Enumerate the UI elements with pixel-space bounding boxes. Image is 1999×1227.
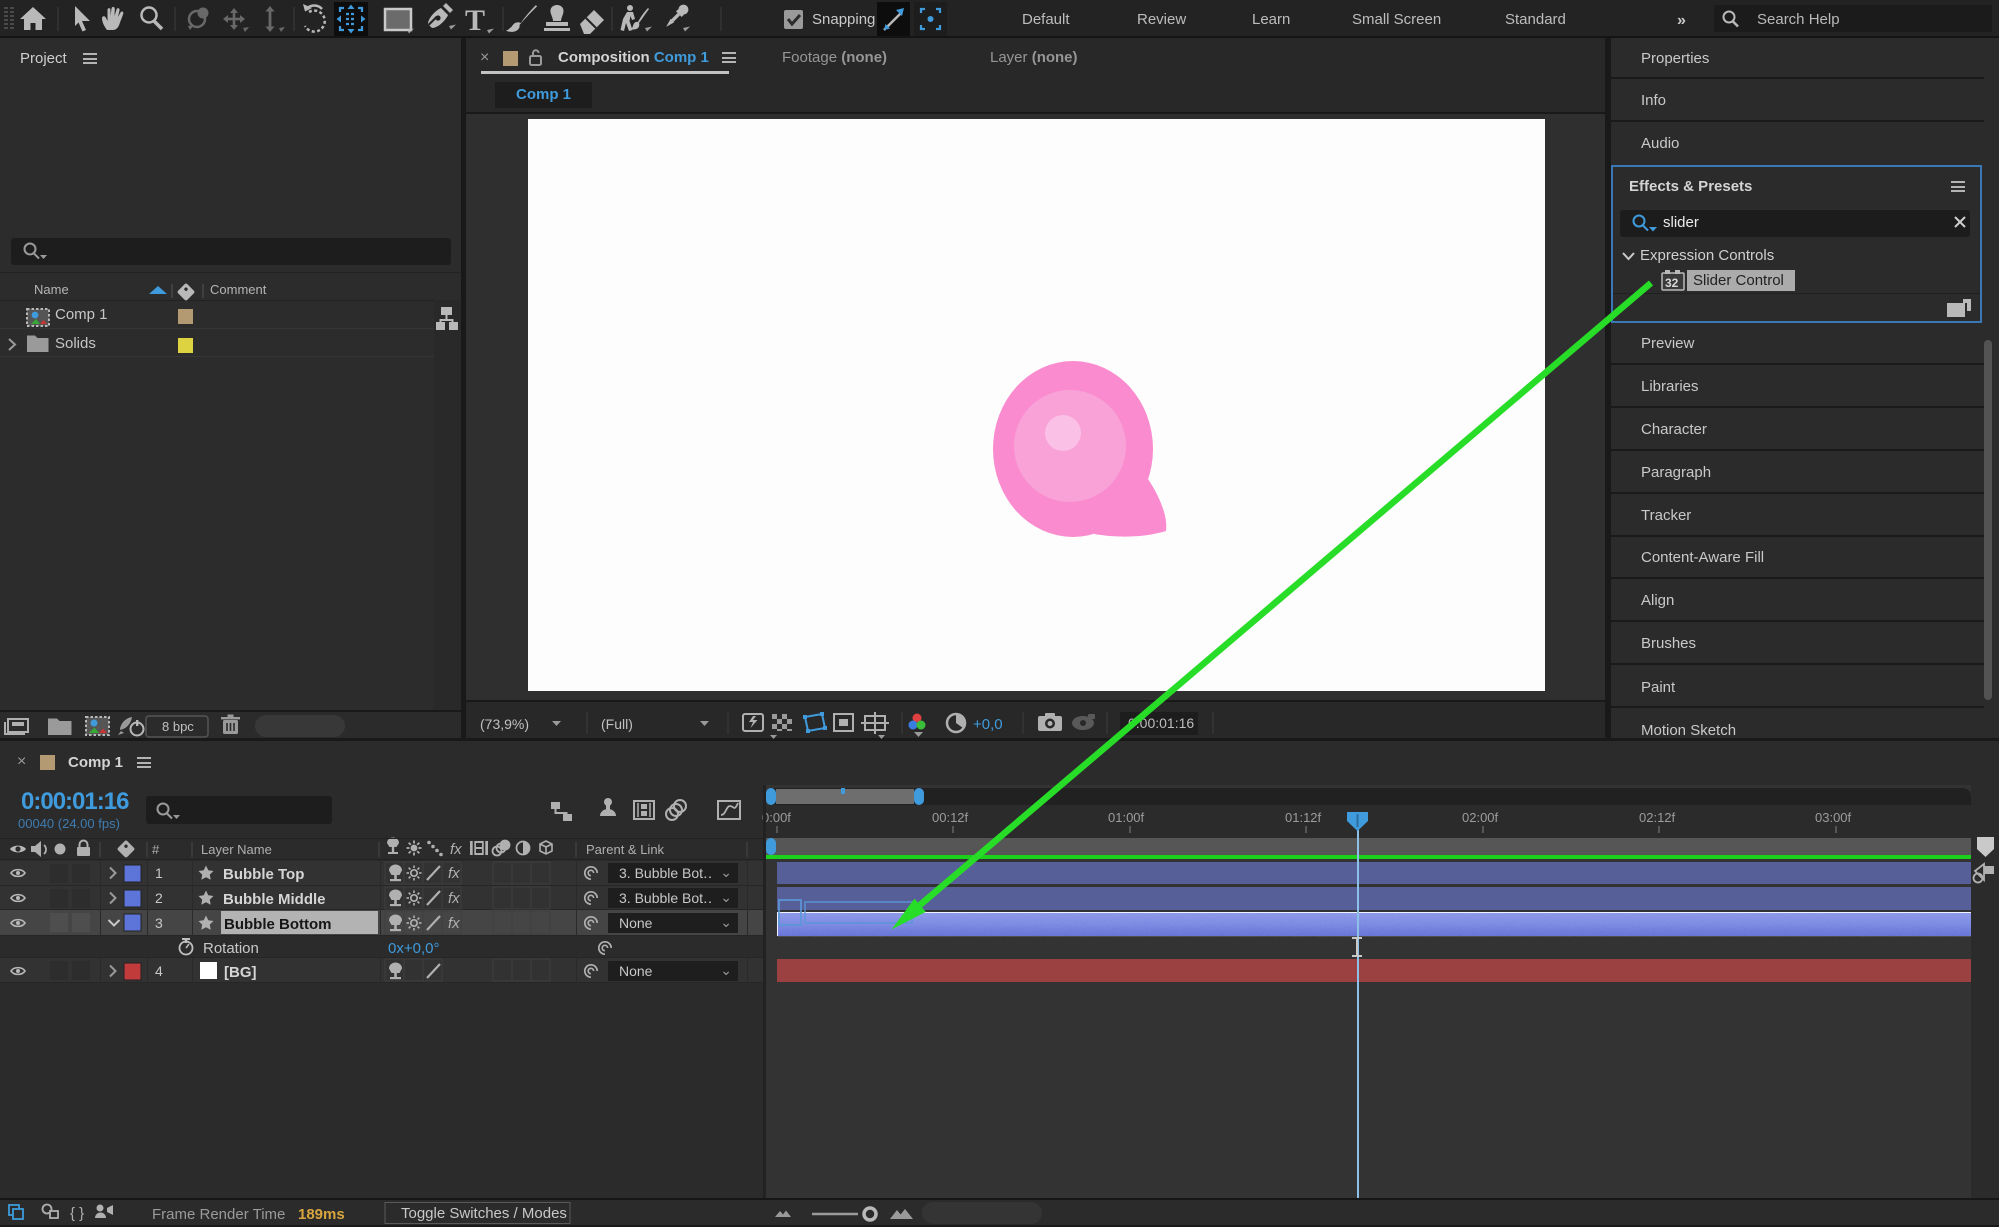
svg-text:+0,0: +0,0 bbox=[973, 716, 1003, 733]
svg-text:{ }: { } bbox=[70, 1205, 84, 1222]
svg-text:Default: Default bbox=[1022, 11, 1070, 28]
svg-text:Small Screen: Small Screen bbox=[1352, 11, 1441, 28]
svg-text:Learn: Learn bbox=[1252, 11, 1290, 28]
svg-text:(73,9%): (73,9%) bbox=[480, 716, 529, 732]
svg-text:Standard: Standard bbox=[1505, 11, 1566, 28]
svg-text:Snapping: Snapping bbox=[812, 11, 875, 28]
svg-text:32: 32 bbox=[1665, 276, 1679, 290]
svg-text:Search Help: Search Help bbox=[1757, 11, 1840, 28]
svg-text:T: T bbox=[465, 4, 485, 37]
svg-text:Review: Review bbox=[1137, 11, 1186, 28]
svg-text:0:00:01:16: 0:00:01:16 bbox=[1128, 715, 1194, 731]
svg-text:Toggle Switches / Modes: Toggle Switches / Modes bbox=[401, 1205, 567, 1222]
svg-text:(Full): (Full) bbox=[601, 716, 633, 732]
svg-text:Frame Render Time: Frame Render Time bbox=[152, 1206, 285, 1223]
svg-text:»: » bbox=[1677, 12, 1686, 29]
svg-text:189ms: 189ms bbox=[298, 1206, 345, 1223]
